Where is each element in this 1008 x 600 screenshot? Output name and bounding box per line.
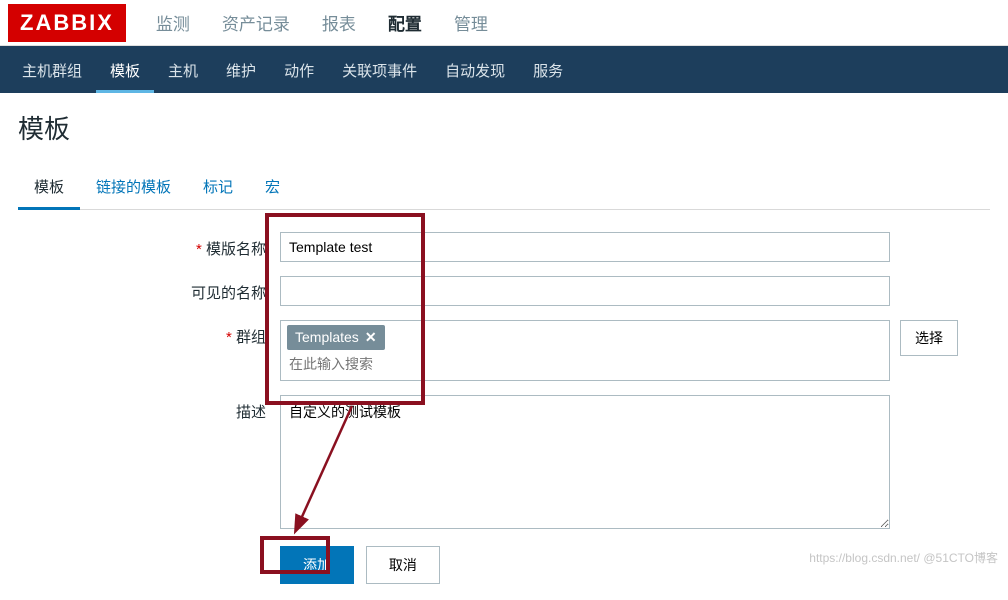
subnav-discovery[interactable]: 自动发现 [431,46,519,93]
page-title: 模板 [18,109,990,146]
group-tag-label: Templates [295,329,359,345]
top-nav: 监测 资产记录 报表 配置 管理 [140,0,504,47]
subnav-templates[interactable]: 模板 [96,46,154,93]
add-button[interactable]: 添加 [280,546,354,584]
cancel-button[interactable]: 取消 [366,546,440,584]
topnav-configuration[interactable]: 配置 [372,0,438,47]
sub-bar: 主机群组 模板 主机 维护 动作 关联项事件 自动发现 服务 [0,46,1008,93]
label-groups: 群组 [18,320,280,381]
groups-multiselect[interactable]: Templates ✕ [280,320,890,381]
topnav-inventory[interactable]: 资产记录 [206,0,306,47]
label-template-name: 模版名称 [18,232,280,262]
select-groups-button[interactable]: 选择 [900,320,958,356]
row-groups: 群组 Templates ✕ 选择 [18,320,990,381]
tab-linked[interactable]: 链接的模板 [80,166,187,209]
row-visible-name: 可见的名称 [18,276,990,306]
template-name-input[interactable] [280,232,890,262]
page-content: 模板 模板 链接的模板 标记 宏 模版名称 可见的名称 群组 Templates… [0,93,1008,600]
label-description: 描述 [18,395,280,532]
group-tag[interactable]: Templates ✕ [287,325,385,350]
description-textarea[interactable] [280,395,890,529]
tab-macros[interactable]: 宏 [249,166,296,209]
groups-search-input[interactable] [287,350,487,378]
subnav-hosts[interactable]: 主机 [154,46,212,93]
top-bar: ZABBIX 监测 资产记录 报表 配置 管理 [0,0,1008,46]
tabs: 模板 链接的模板 标记 宏 [18,166,990,210]
tab-template[interactable]: 模板 [18,166,80,210]
subnav-services[interactable]: 服务 [519,46,577,93]
logo: ZABBIX [8,4,126,42]
watermark: https://blog.csdn.net/ @51CTO博客 [809,549,998,566]
topnav-monitoring[interactable]: 监测 [140,0,206,47]
topnav-reports[interactable]: 报表 [306,0,372,47]
remove-tag-icon[interactable]: ✕ [365,329,377,345]
label-visible-name: 可见的名称 [18,276,280,306]
subnav-hostgroups[interactable]: 主机群组 [8,46,96,93]
subnav-actions[interactable]: 动作 [270,46,328,93]
row-template-name: 模版名称 [18,232,990,262]
topnav-admin[interactable]: 管理 [438,0,504,47]
tab-tags[interactable]: 标记 [187,166,249,209]
visible-name-input[interactable] [280,276,890,306]
subnav-correlation[interactable]: 关联项事件 [328,46,431,93]
row-description: 描述 [18,395,990,532]
subnav-maintenance[interactable]: 维护 [212,46,270,93]
